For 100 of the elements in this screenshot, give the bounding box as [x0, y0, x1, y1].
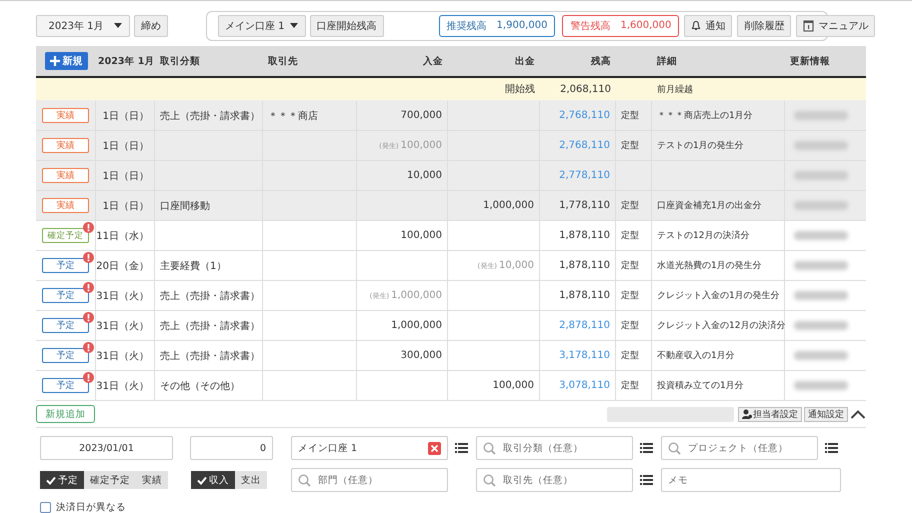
- notification-settings-button[interactable]: 通知設定: [804, 406, 848, 422]
- category-cell-text: 主要経費（1）: [160, 260, 226, 272]
- balance-cell: 3,078,110: [559, 380, 610, 391]
- toggle-option[interactable]: 支出: [235, 471, 267, 489]
- clear-icon: [428, 442, 441, 454]
- status-tag[interactable]: 実績: [42, 198, 89, 213]
- redacted-text: [794, 291, 848, 300]
- search-icon: [483, 474, 496, 487]
- category-cell-text: 売上（売掛・請求書）: [160, 320, 260, 332]
- status-tag[interactable]: 予定: [42, 318, 89, 333]
- redacted-text: [794, 231, 848, 240]
- date-field[interactable]: 2023/01/01: [40, 436, 173, 460]
- partner-search-field[interactable]: 取引先（任意）: [476, 468, 633, 492]
- date-cell-text: 31日（火）: [96, 350, 149, 362]
- date-cell-text: 1日（日）: [102, 200, 149, 212]
- toggle-option[interactable]: 収入: [191, 471, 235, 489]
- expense-amount: 100,000: [492, 380, 534, 391]
- column-header: 入金: [423, 54, 443, 68]
- type-cell-text: 定型: [621, 110, 639, 122]
- income-amount: 700,000: [400, 110, 442, 121]
- income-amount: 100,000: [400, 140, 442, 151]
- column-header: 出金: [515, 54, 535, 68]
- type-cell-text: 定型: [621, 350, 639, 362]
- type-cell-text: 定型: [621, 140, 639, 152]
- column-header: 取引先: [268, 54, 298, 68]
- list-icon: [640, 443, 653, 453]
- bell-icon: [691, 20, 702, 31]
- collapse-icon: [850, 409, 866, 419]
- list-icon: [640, 475, 653, 485]
- account-dropdown[interactable]: メイン口座 1: [218, 14, 306, 36]
- type-cell-text: 定型: [621, 290, 639, 302]
- column-header: 取引分類: [160, 54, 200, 68]
- toggle-option[interactable]: 確定予定: [84, 471, 136, 489]
- category-search-field[interactable]: 取引分類（任意）: [476, 436, 633, 460]
- balance-cell: 1,778,110: [559, 200, 610, 211]
- date-cell-text: 31日（火）: [96, 290, 149, 302]
- status-tag[interactable]: 予定: [42, 258, 89, 273]
- status-tag[interactable]: 予定: [42, 378, 89, 393]
- toggle-option[interactable]: 実績: [136, 471, 168, 489]
- detail-cell-text: テストの12月の決済分: [657, 230, 750, 242]
- toggle-option[interactable]: 予定: [40, 471, 84, 489]
- toolbar-button[interactable]: マニュアル: [796, 14, 876, 36]
- memo-field[interactable]: メモ: [661, 468, 841, 492]
- income-amount: 100,000: [400, 230, 442, 241]
- amount-field[interactable]: 0: [190, 436, 273, 460]
- date-cell-text: 11日（水）: [96, 230, 149, 242]
- list-icon: [455, 443, 468, 453]
- redacted-text: [794, 321, 848, 330]
- account-field[interactable]: メイン口座 1: [291, 436, 448, 460]
- search-icon: [298, 474, 311, 487]
- caret-icon: [288, 22, 299, 29]
- category-cell-text: 売上（売掛・請求書）: [160, 110, 260, 122]
- detail-cell-text: クレジット入金の1月の発生分: [657, 290, 780, 302]
- new-button[interactable]: 新規: [44, 52, 88, 70]
- add-new-button[interactable]: 新規追加: [36, 405, 95, 423]
- toolbar-button[interactable]: 削除履歴: [737, 14, 792, 36]
- detail-cell-text: クレジット入金の12月の決済分: [657, 320, 786, 332]
- recommended-balance-label: 推奨残高: [446, 20, 487, 32]
- detail-cell-text: 投資積み立ての1月分: [657, 380, 744, 392]
- redacted-text: [794, 171, 848, 180]
- warning-balance-value: 1,600,000: [620, 20, 672, 31]
- detail-cell-text: テストの1月の発生分: [657, 140, 744, 152]
- income-amount: 1,000,000: [391, 290, 442, 301]
- type-cell-text: 定型: [621, 200, 639, 212]
- category-cell-text: その他（その他）: [160, 380, 240, 392]
- status-tag[interactable]: 予定: [42, 348, 89, 363]
- type-cell-text: 定型: [621, 320, 639, 332]
- close-button[interactable]: 締め: [134, 14, 168, 36]
- balance-cell: 3,178,110: [559, 350, 610, 361]
- checkbox[interactable]: [40, 502, 51, 512]
- status-tag[interactable]: 実績: [42, 168, 89, 183]
- check-icon: [197, 476, 207, 484]
- income-amount: 1,000,000: [391, 320, 442, 331]
- department-search-field[interactable]: 部門（任意）: [291, 468, 448, 492]
- partner-cell-text: ＊＊＊商店: [268, 110, 318, 122]
- date-cell-text: 1日（日）: [102, 110, 149, 122]
- opening-detail: 前月繰越: [657, 84, 693, 96]
- expense-amount: 10,000: [499, 260, 534, 271]
- month-dropdown[interactable]: 2023年 1月: [36, 14, 130, 36]
- project-search-field[interactable]: プロジェクト（任意）: [661, 436, 818, 460]
- column-header: 残高: [591, 54, 611, 68]
- opening-label: 開始残: [505, 82, 535, 96]
- type-cell-text: 定型: [621, 230, 639, 242]
- expense-amount: 1,000,000: [483, 200, 534, 211]
- search-icon: [668, 442, 681, 455]
- assignee-settings-button[interactable]: 担当者設定: [738, 406, 802, 422]
- toolbar-button[interactable]: 通知: [684, 14, 732, 36]
- status-tag[interactable]: 予定: [42, 288, 89, 303]
- column-header: 更新情報: [790, 54, 830, 68]
- checkbox-label: 決済日が異なる: [56, 500, 126, 513]
- status-tag[interactable]: 実績: [42, 108, 89, 123]
- balance-cell: 1,878,110: [559, 230, 610, 241]
- income-amount: 10,000: [407, 170, 442, 181]
- redacted-text: [794, 111, 848, 120]
- opening-balance-button[interactable]: 口座開始残高: [310, 14, 384, 36]
- check-icon: [46, 476, 56, 484]
- income-amount: 300,000: [400, 350, 442, 361]
- status-tag[interactable]: 実績: [42, 138, 89, 153]
- date-cell-text: 31日（火）: [96, 380, 149, 392]
- redacted-text: [794, 381, 848, 390]
